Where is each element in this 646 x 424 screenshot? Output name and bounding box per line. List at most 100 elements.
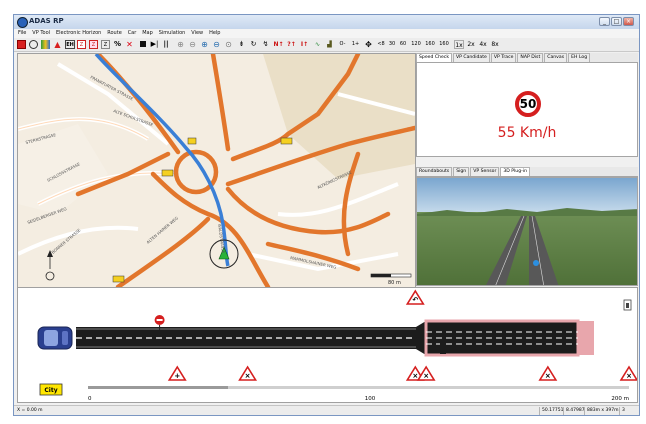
svg-text:↶: ↶ <box>412 296 418 304</box>
zoom-fit-icon[interactable]: ⊙ <box>224 40 233 49</box>
speed-8x-button[interactable]: 8x <box>490 40 500 49</box>
tab-eh-log[interactable]: EH Log <box>568 53 591 62</box>
status-x: X = 0.00 m <box>17 408 43 413</box>
zoom-in-disabled-icon[interactable]: ⊕ <box>176 40 185 49</box>
scale-label: 80 m <box>388 280 401 286</box>
warning-sign-icon: × <box>416 365 436 381</box>
app-logo-icon <box>17 17 28 28</box>
current-speed: 55 Km/h <box>497 125 557 141</box>
tab-canvas[interactable]: Canvas <box>544 53 568 62</box>
zoom-in-icon[interactable]: ⊕ <box>200 40 209 49</box>
refresh-icon[interactable]: ↻ <box>249 40 258 49</box>
route-edit-icon[interactable]: Z <box>77 40 86 49</box>
warning-sign-icon: × <box>238 365 258 381</box>
one-plus-button[interactable]: 1+ <box>350 40 361 49</box>
tab-vp-trace[interactable]: VP Trace <box>490 53 517 62</box>
svg-text:×: × <box>545 372 551 380</box>
tab-nap-dist[interactable]: NAP Dist <box>517 53 544 62</box>
close-button[interactable]: × <box>623 17 634 26</box>
move-icon[interactable]: ✥ <box>364 40 373 49</box>
tab-vp-sensor[interactable]: VP Sensor <box>470 167 500 176</box>
tab-sign[interactable]: Sign <box>453 167 470 176</box>
menu-car[interactable]: Car <box>128 29 137 38</box>
menu-route[interactable]: Route <box>107 29 122 38</box>
chart-icon[interactable]: ▟ <box>325 40 334 49</box>
menu-map[interactable]: Map <box>142 29 153 38</box>
status-lat: 50.17751 <box>539 407 563 415</box>
map-canvas[interactable]: FRANKFURTER STRASSE ALTE SCHULSTRASSE ST… <box>18 54 415 287</box>
menu-view[interactable]: View <box>191 29 203 38</box>
o-minus-button[interactable]: O- <box>337 40 348 49</box>
stop-icon[interactable] <box>140 41 146 47</box>
svg-text:×: × <box>245 372 251 380</box>
status-lon: 8.47987 <box>563 407 585 415</box>
distance-tick-100: 100 <box>365 396 376 402</box>
record-icon[interactable] <box>17 40 26 49</box>
electronic-horizon-panel: ↶ + × × × × × City 0 100 200 m <box>17 287 638 403</box>
status-level: 3 <box>619 407 625 415</box>
speed-limit-sign: 50 <box>515 91 541 117</box>
menu-help[interactable]: Help <box>209 29 220 38</box>
tab-vp-candidate[interactable]: VP Candidate <box>453 53 490 62</box>
route-clear-icon[interactable]: Z <box>89 40 98 49</box>
area-badge-label: City <box>44 387 57 394</box>
menu-electronic-horizon[interactable]: Electronic Horizon <box>56 29 101 38</box>
app-window: ADAS RP _ □ × File VP Tool Electronic Ho… <box>13 14 640 416</box>
svg-text:+: + <box>174 372 180 380</box>
sort-q-icon[interactable]: ?↑ <box>286 40 297 49</box>
zoom-out-icon[interactable]: ⊖ <box>212 40 221 49</box>
svg-text:×: × <box>626 372 632 380</box>
window-title: ADAS RP <box>29 17 64 25</box>
3d-view[interactable] <box>416 177 638 286</box>
speed-1x-button[interactable]: 1x <box>454 40 464 49</box>
warning-sign-icon: + <box>167 365 187 381</box>
tab-roundabouts[interactable]: Roundabouts <box>416 167 453 176</box>
zoom-out-disabled-icon[interactable]: ⊖ <box>188 40 197 49</box>
sort-i-icon[interactable]: I↑ <box>299 40 310 49</box>
road-shield-icon <box>112 275 125 283</box>
step-forward-icon[interactable]: ▶| <box>150 40 159 49</box>
warning-sign-icon: × <box>538 365 558 381</box>
warning-icon[interactable]: ▲ <box>53 40 62 49</box>
bottom-tab-strip: Roundabouts Sign VP Sensor 3D Plug-in <box>416 167 638 177</box>
zoom-level-5[interactable]: 160 <box>424 40 436 49</box>
tab-3d-plugin[interactable]: 3D Plug-in <box>500 167 530 176</box>
curve-icon[interactable]: ∿ <box>313 40 322 49</box>
navigate-icon[interactable]: ↯ <box>261 40 270 49</box>
speed-4x-button[interactable]: 4x <box>478 40 488 49</box>
warning-sign-icon: × <box>619 365 637 381</box>
tab-speed-check[interactable]: Speed Check <box>416 53 452 62</box>
eh-icon[interactable]: EH <box>65 40 75 49</box>
sort-n-icon[interactable]: N↑ <box>273 40 284 49</box>
zoom-level-4[interactable]: 120 <box>410 40 422 49</box>
road-shield-icon <box>280 137 293 145</box>
zoom-level-1[interactable]: <8 <box>376 40 386 49</box>
clock-icon[interactable] <box>29 40 38 49</box>
zoom-level-3[interactable]: 60 <box>398 40 408 49</box>
svg-text:×: × <box>412 372 418 380</box>
pause-icon[interactable]: || <box>162 40 170 49</box>
maximize-button[interactable]: □ <box>611 17 622 26</box>
top-warning-sign-icon: ↶ <box>405 289 425 305</box>
pin-icon[interactable]: ⇟ <box>237 40 246 49</box>
menu-simulation[interactable]: Simulation <box>159 29 186 38</box>
menu-bar: File VP Tool Electronic Horizon Route Ca… <box>14 29 639 38</box>
zoom-level-2[interactable]: 30 <box>387 40 397 49</box>
menu-vp-tool[interactable]: VP Tool <box>32 29 50 38</box>
cancel-icon[interactable]: ✕ <box>125 40 134 49</box>
percent-icon[interactable]: % <box>113 40 122 49</box>
toolbar: ▲ EH Z Z Z % ✕ ▶| || ⊕ ⊖ ⊕ ⊖ ⊙ ⇟ ↻ ↯ N↑ … <box>14 38 639 52</box>
menu-file[interactable]: File <box>18 29 26 38</box>
scale-bar <box>370 273 412 278</box>
zoom-level-6[interactable]: 160 <box>438 40 450 49</box>
map-view[interactable]: FRANKFURTER STRASSE ALTE SCHULSTRASSE ST… <box>17 53 416 288</box>
status-extent: 883m x 397m <box>584 407 618 415</box>
road-shield-icon <box>161 169 174 177</box>
minimize-button[interactable]: _ <box>599 17 610 26</box>
speed-2x-button[interactable]: 2x <box>466 40 476 49</box>
title-bar: ADAS RP _ □ × <box>14 15 639 30</box>
svg-text:×: × <box>423 372 429 380</box>
route-set-icon[interactable]: Z <box>101 40 110 49</box>
ego-car-icon <box>37 326 73 350</box>
layers-icon[interactable] <box>41 40 50 49</box>
